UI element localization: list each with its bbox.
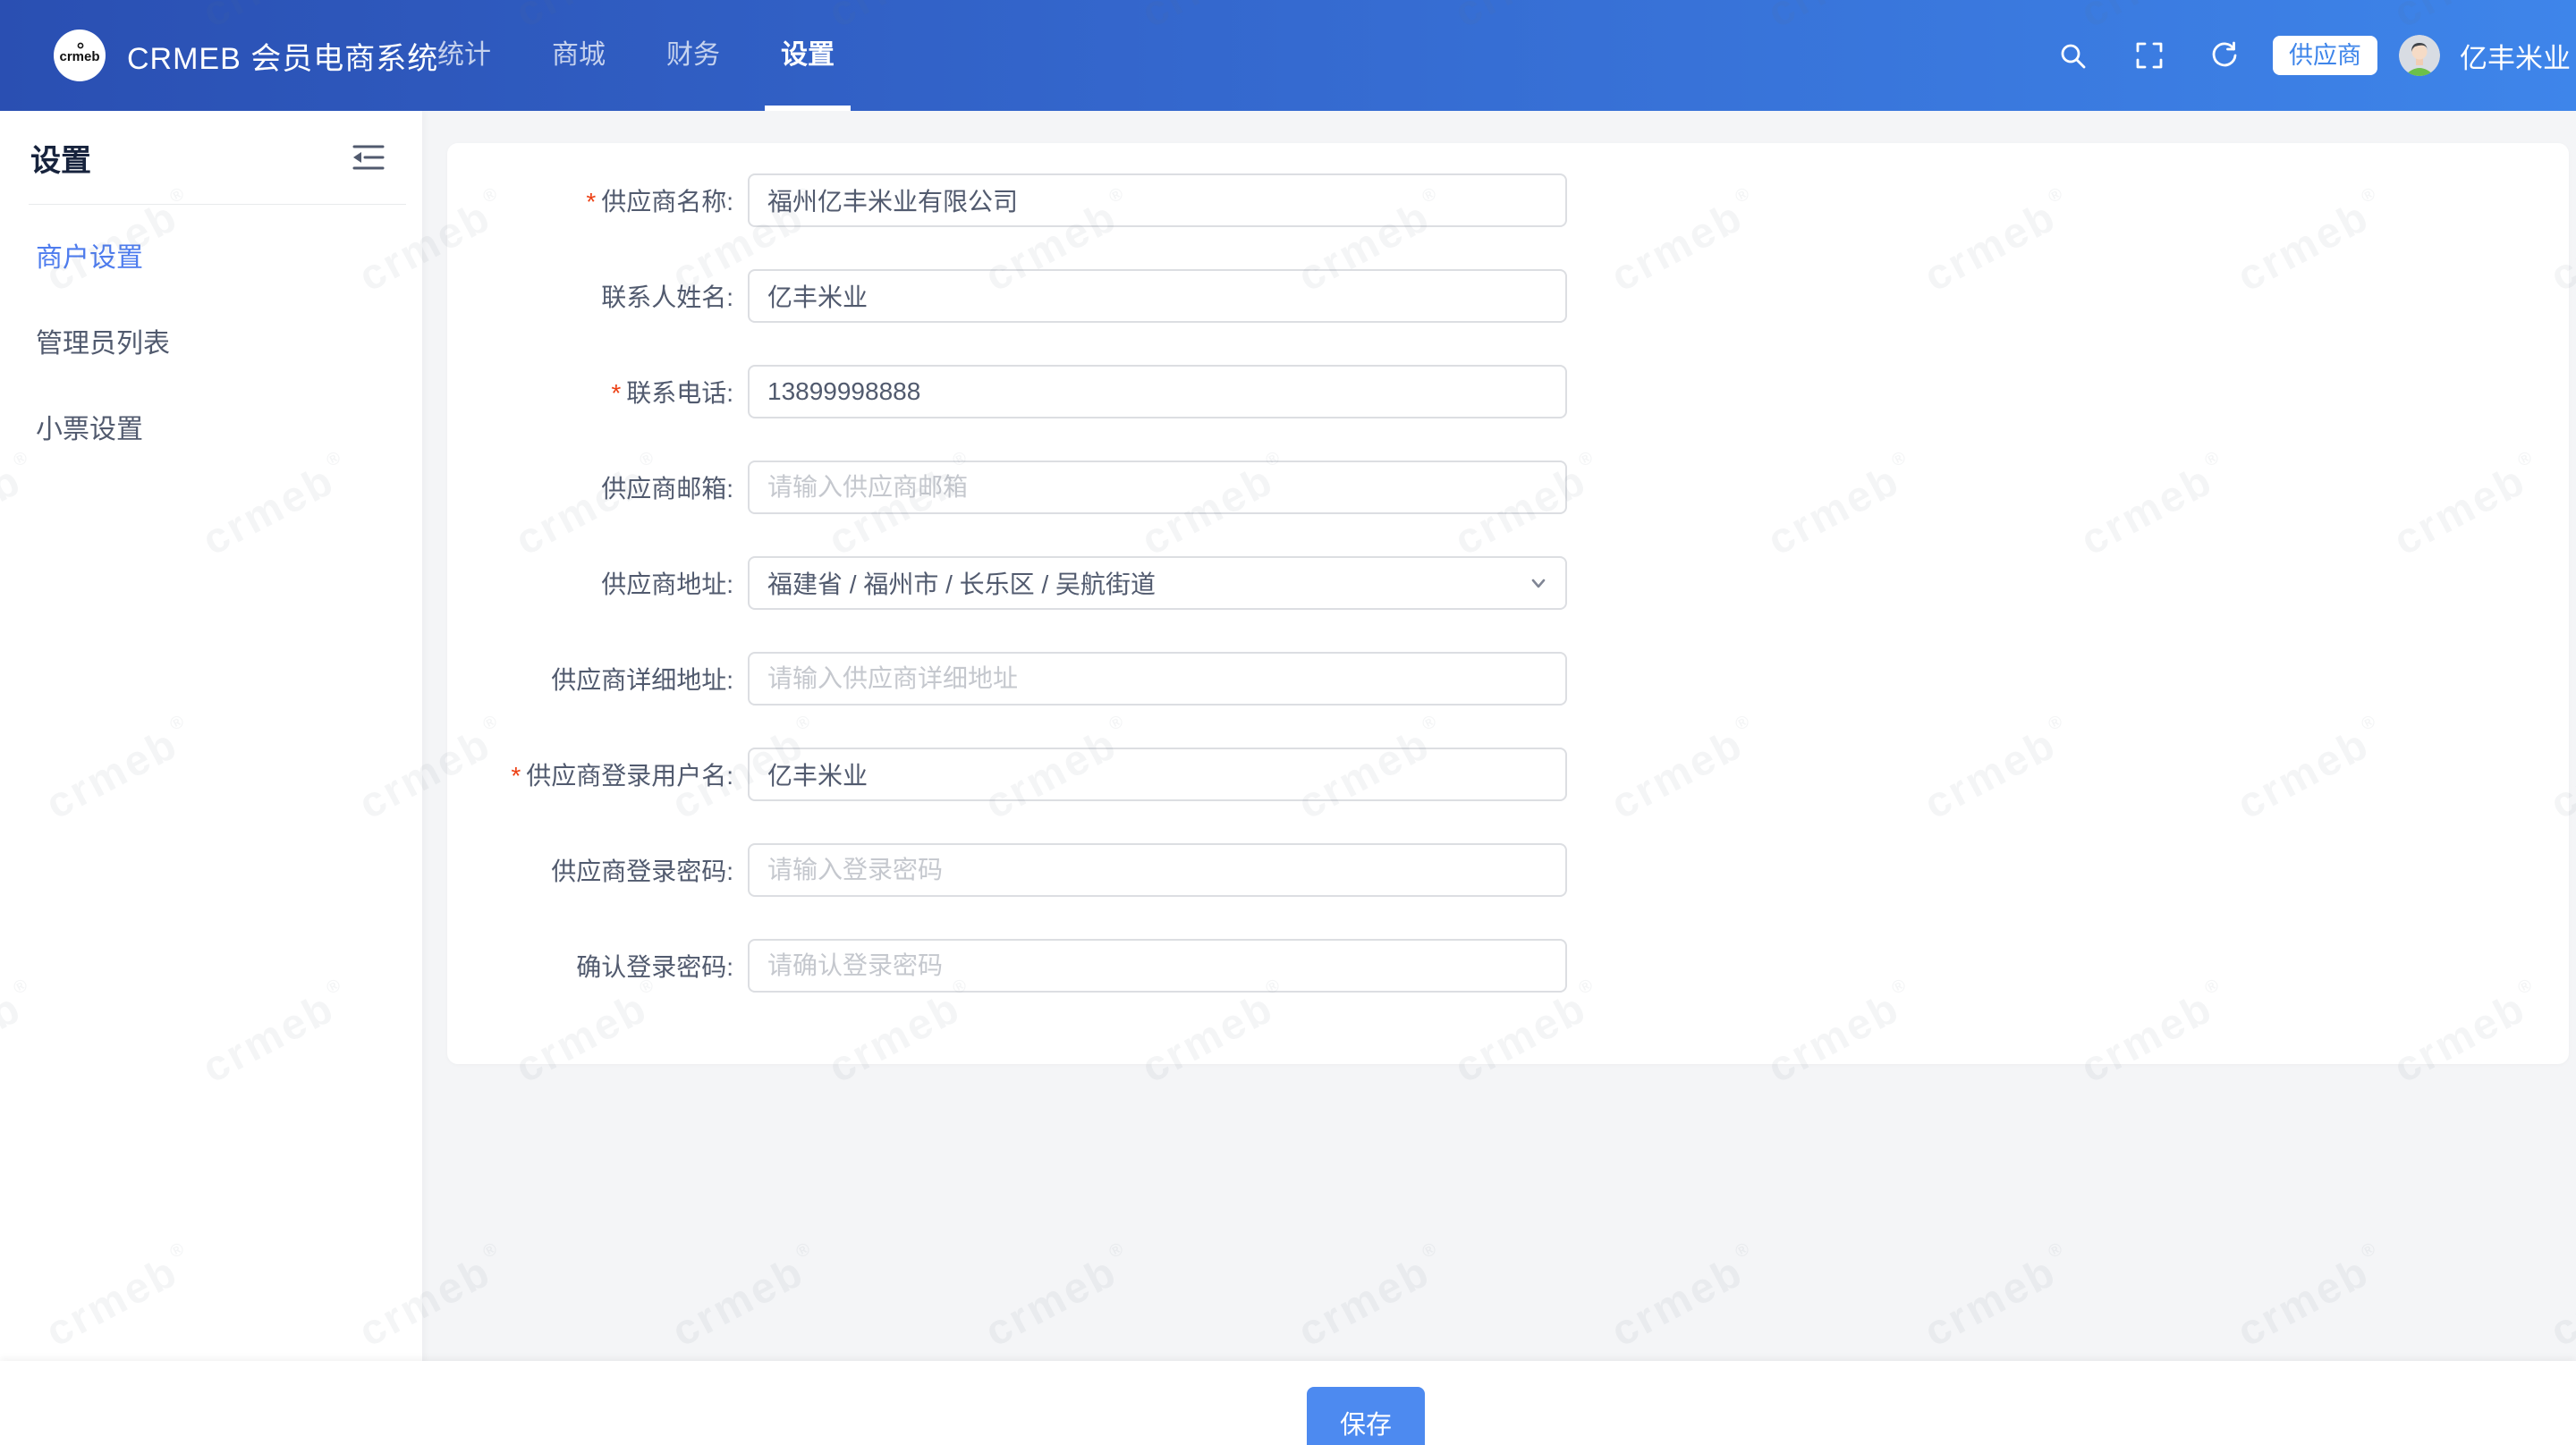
form-row-supplier-detail-address: 供应商详细地址: <box>447 652 2569 706</box>
sidebar: 设置 商户设置 管理员列表 小票设置 <box>0 111 422 1445</box>
search-icon[interactable] <box>2056 39 2089 72</box>
supplier-name-input[interactable] <box>748 173 1567 227</box>
confirm-password-label: 确认登录密码: <box>447 948 748 984</box>
login-username-label: *供应商登录用户名: <box>447 756 748 792</box>
nav-item-finance[interactable]: 财务 <box>665 0 721 111</box>
sidebar-item-merchant-settings[interactable]: 商户设置 <box>0 215 422 301</box>
form-row-contact-name: 联系人姓名: <box>447 269 2569 323</box>
supplier-address-select[interactable]: 福建省 / 福州市 / 长乐区 / 吴航街道 <box>748 556 1567 610</box>
app-title: CRMEB 会员电商系统 <box>127 34 438 78</box>
contact-phone-input[interactable] <box>748 365 1567 418</box>
required-mark: * <box>586 188 596 215</box>
sidebar-item-receipt-settings[interactable]: 小票设置 <box>0 387 422 473</box>
supplier-address-label: 供应商地址: <box>447 565 748 601</box>
form-row-contact-phone: *联系电话: <box>447 365 2569 418</box>
required-mark: * <box>611 379 621 407</box>
form-row-supplier-email: 供应商邮箱: <box>447 461 2569 514</box>
role-badge: 供应商 <box>2273 36 2377 75</box>
form-row-login-username: *供应商登录用户名: <box>447 748 2569 801</box>
refresh-icon[interactable] <box>2208 39 2241 72</box>
collapse-menu-icon[interactable] <box>351 141 386 173</box>
action-footer: 保存 <box>0 1361 2576 1445</box>
required-mark: * <box>511 762 521 790</box>
save-button[interactable]: 保存 <box>1307 1387 1425 1445</box>
supplier-detail-address-input[interactable] <box>748 652 1567 706</box>
top-navbar: crmeb CRMEB 会员电商系统 统计 商城 财务 设置 <box>0 0 2576 111</box>
supplier-address-value: 福建省 / 福州市 / 长乐区 / 吴航街道 <box>767 565 1512 601</box>
brand: crmeb CRMEB 会员电商系统 <box>54 30 438 81</box>
supplier-email-input[interactable] <box>748 461 1567 514</box>
svg-text:crmeb: crmeb <box>59 49 99 64</box>
crmeb-logo-icon: crmeb <box>54 30 106 81</box>
confirm-password-input[interactable] <box>748 939 1567 993</box>
user-avatar[interactable] <box>2399 35 2440 76</box>
supplier-email-label: 供应商邮箱: <box>447 469 748 505</box>
supplier-name-label: *供应商名称: <box>447 182 748 218</box>
sidebar-menu: 商户设置 管理员列表 小票设置 <box>0 215 422 473</box>
main-nav: 统计 商城 财务 设置 <box>436 0 894 111</box>
contact-name-label: 联系人姓名: <box>447 278 748 314</box>
nav-item-mall[interactable]: 商城 <box>551 0 606 111</box>
login-password-input[interactable] <box>748 843 1567 897</box>
username[interactable]: 亿丰米业 <box>2460 36 2571 76</box>
nav-item-settings[interactable]: 设置 <box>780 0 835 111</box>
fullscreen-icon[interactable] <box>2133 39 2165 72</box>
supplier-detail-address-label: 供应商详细地址: <box>447 661 748 697</box>
contact-name-input[interactable] <box>748 269 1567 323</box>
nav-item-statistics[interactable]: 统计 <box>436 0 492 111</box>
chevron-down-icon <box>1526 570 1551 596</box>
form-row-login-password: 供应商登录密码: <box>447 843 2569 897</box>
login-password-label: 供应商登录密码: <box>447 852 748 888</box>
form-row-supplier-name: *供应商名称: <box>447 173 2569 227</box>
navbar-right: 供应商 亿丰米业 <box>2056 0 2571 111</box>
sidebar-title: 设置 <box>30 136 91 180</box>
sidebar-divider <box>29 204 406 205</box>
login-username-input[interactable] <box>748 748 1567 801</box>
sidebar-header: 设置 <box>0 111 422 204</box>
form-row-confirm-password: 确认登录密码: <box>447 939 2569 993</box>
contact-phone-label: *联系电话: <box>447 374 748 410</box>
merchant-settings-panel: *供应商名称: 联系人姓名: *联系电话: 供应商邮箱: 供应商地址: <box>447 143 2569 1064</box>
sidebar-item-admin-list[interactable]: 管理员列表 <box>0 301 422 387</box>
form-row-supplier-address: 供应商地址: 福建省 / 福州市 / 长乐区 / 吴航街道 <box>447 556 2569 610</box>
page: crmeb CRMEB 会员电商系统 统计 商城 财务 设置 <box>0 0 2576 1445</box>
